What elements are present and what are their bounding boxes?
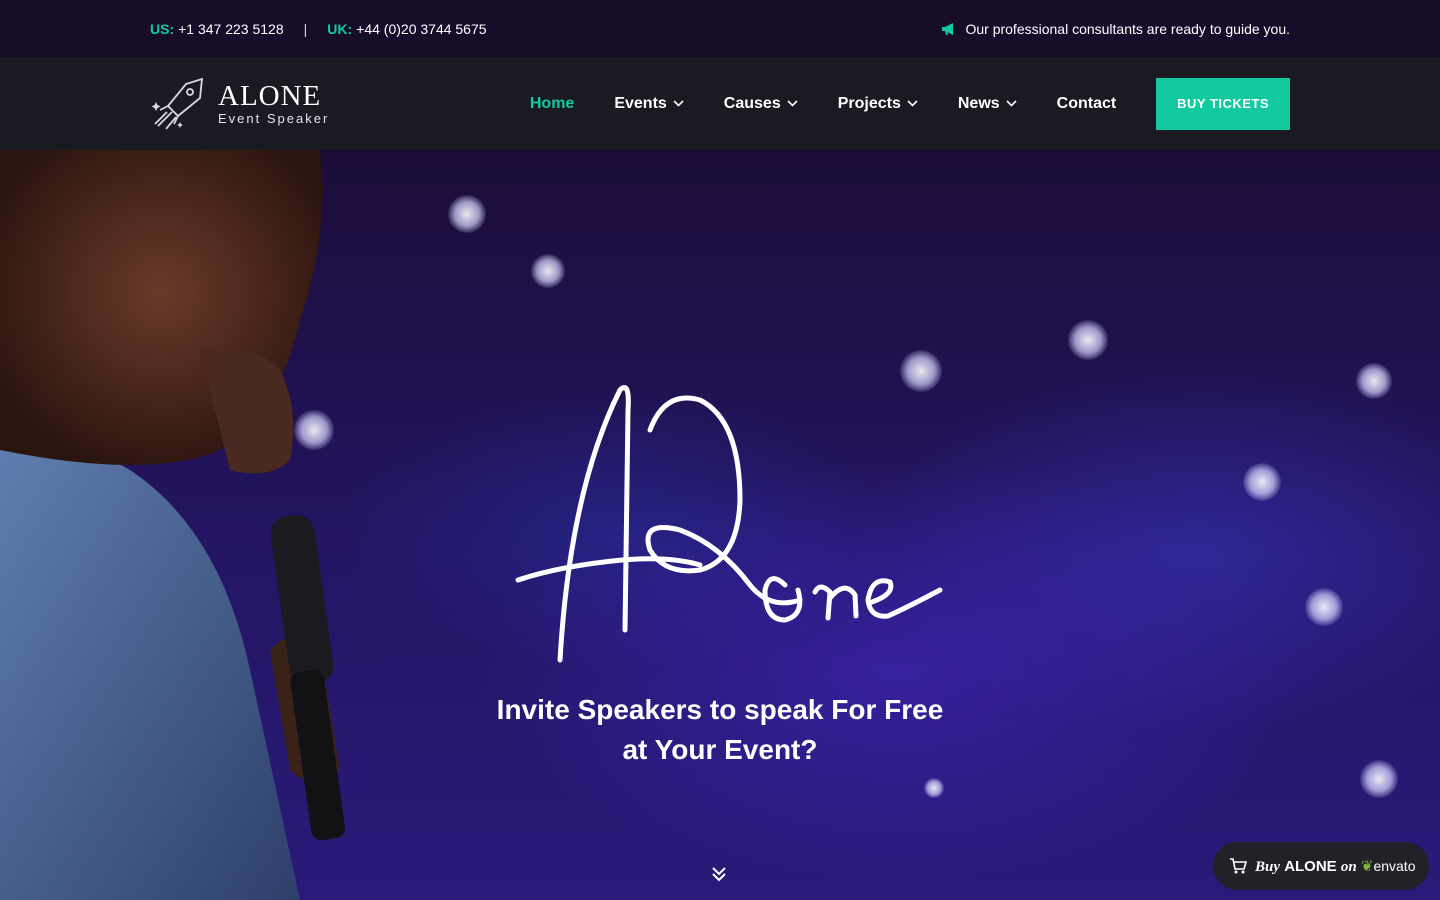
nav-contact-label: Contact xyxy=(1056,94,1117,112)
hero-headline-line1: Invite Speakers to speak For Free xyxy=(496,694,944,725)
megaphone-icon xyxy=(942,22,954,35)
chevron-down-icon xyxy=(1006,100,1017,107)
buy-on-envato-badge[interactable]: Buy ALONE on ❦envato xyxy=(1213,842,1429,890)
nav-events[interactable]: Events xyxy=(614,94,684,113)
rocket-logo-icon xyxy=(151,77,204,130)
top-bar: US: +1 347 223 5128 | UK: +44 (0)20 3744… xyxy=(0,0,1440,57)
hero-headline: Invite Speakers to speak For Free at You… xyxy=(470,690,970,770)
chevron-double-down-icon[interactable] xyxy=(709,864,729,884)
envato-on: on xyxy=(1340,858,1357,875)
nav-home-label: Home xyxy=(529,94,575,112)
topbar-message-text: Our professional consultants are ready t… xyxy=(965,20,1290,37)
chevron-down-icon xyxy=(673,100,684,107)
us-label: US: xyxy=(150,20,175,37)
hero-headline-line2: at Your Event? xyxy=(622,734,818,765)
topbar-message: Our professional consultants are ready t… xyxy=(941,21,1290,37)
nav-projects[interactable]: Projects xyxy=(838,95,918,113)
main-nav: Home Events Causes Projects News Contact xyxy=(530,95,1156,113)
buy-tickets-button[interactable]: BUY TICKETS xyxy=(1156,77,1290,130)
logo-name: ALONE xyxy=(218,80,322,112)
envato-badge-text: Buy ALONE on ❦envato xyxy=(1255,857,1416,876)
envato-buy: Buy xyxy=(1255,858,1281,875)
nav-causes[interactable]: Causes xyxy=(724,95,798,113)
nav-home[interactable]: Home xyxy=(530,95,574,113)
alone-script-title xyxy=(515,385,943,663)
envato-leaf-icon: ❦ xyxy=(1360,857,1374,875)
cart-icon xyxy=(1230,858,1247,874)
envato-brand: ALONE xyxy=(1284,857,1337,875)
contact-phones: US: +1 347 223 5128 | UK: +44 (0)20 3744… xyxy=(150,21,487,37)
nav-causes-label: Causes xyxy=(723,94,781,112)
envato-wordmark: envato xyxy=(1373,857,1416,874)
uk-phone[interactable]: +44 (0)20 3744 5675 xyxy=(356,21,486,37)
chevron-down-icon xyxy=(787,100,798,107)
nav-projects-label: Projects xyxy=(837,94,901,112)
nav-events-label: Events xyxy=(614,94,667,112)
nav-news[interactable]: News xyxy=(958,95,1017,113)
main-header: ALONE Event Speaker Home Events Causes P… xyxy=(0,57,1440,150)
nav-contact[interactable]: Contact xyxy=(1057,95,1117,113)
hero-section: Invite Speakers to speak For Free at You… xyxy=(0,150,1440,900)
uk-label: UK: xyxy=(327,20,353,37)
chevron-down-icon xyxy=(907,100,918,107)
site-logo[interactable]: ALONE Event Speaker xyxy=(150,76,461,132)
hero-content: Invite Speakers to speak For Free at You… xyxy=(0,150,1440,900)
us-phone[interactable]: +1 347 223 5128 xyxy=(178,21,284,37)
separator: | xyxy=(303,20,308,37)
nav-news-label: News xyxy=(957,94,1000,112)
logo-tagline: Event Speaker xyxy=(218,111,330,126)
